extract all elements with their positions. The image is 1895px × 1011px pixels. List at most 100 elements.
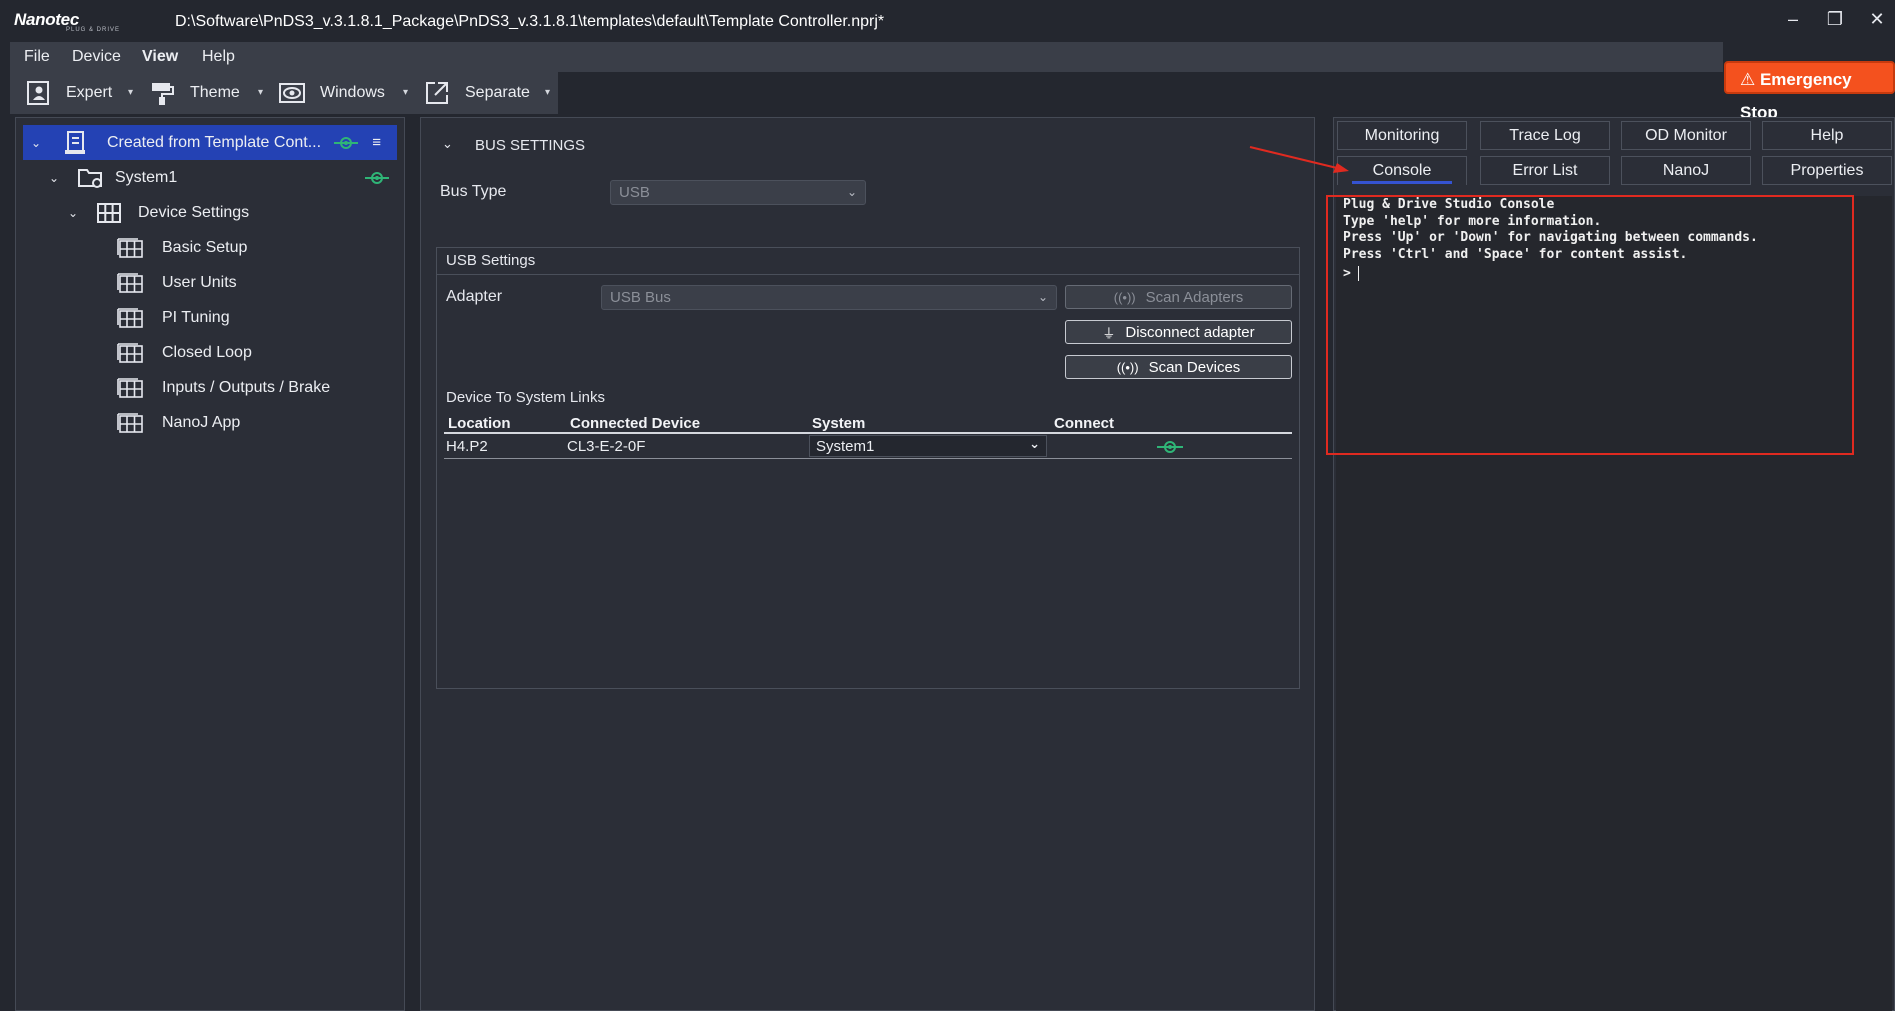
tree-item-pi-tuning[interactable]: PI Tuning [23, 300, 397, 335]
chevron-down-icon[interactable]: ⌄ [66, 206, 80, 220]
logo-tagline: PLUG & DRIVE [66, 27, 121, 33]
usb-settings-group [436, 247, 1300, 689]
grid-icon [96, 202, 122, 224]
expert-label: Expert [66, 84, 113, 101]
tab-nanoj[interactable]: NanoJ [1621, 156, 1751, 185]
tree-item-inputs-outputs-brake[interactable]: Inputs / Outputs / Brake [23, 370, 397, 405]
separate-dropdown-arrow[interactable]: ▾ [545, 72, 550, 114]
tab-trace-log[interactable]: Trace Log [1480, 121, 1610, 150]
bus-type-select[interactable]: USB ⌄ [610, 180, 866, 205]
connect-plug-icon[interactable] [334, 135, 359, 151]
window-title: D:\Software\PnDS3_v.3.1.8.1_Package\PnDS… [175, 13, 885, 30]
table-grid-icon [116, 237, 144, 259]
nanotec-logo: Nanotec PLUG & DRIVE [14, 10, 120, 33]
chevron-down-icon[interactable]: ⌄ [442, 136, 453, 152]
menu-bar: File Device View Help [10, 42, 1723, 72]
tree-item-label: PI Tuning [162, 308, 230, 326]
tab-od-monitor[interactable]: OD Monitor [1621, 121, 1751, 150]
expert-icon [24, 79, 52, 107]
annotation-highlight-box [1326, 195, 1854, 455]
col-header-system: System [812, 415, 866, 432]
external-link-icon [423, 79, 451, 107]
adapter-select[interactable]: USB Bus ⌄ [601, 285, 1057, 310]
tree-item-nanoj-app[interactable]: NanoJ App [23, 405, 397, 440]
active-tab-indicator [1352, 181, 1452, 184]
tree-root-item[interactable]: ⌄ Created from Template Cont... ≡ [23, 125, 397, 160]
usb-settings-title: USB Settings [446, 252, 536, 269]
menu-help[interactable]: Help [198, 42, 239, 72]
chevron-down-icon: ⌄ [1029, 436, 1040, 451]
tab-console[interactable]: Console [1337, 156, 1467, 185]
emergency-stop-button[interactable]: ⚠ Emergency Stop [1724, 61, 1895, 122]
hamburger-icon[interactable]: ≡ [372, 134, 381, 151]
expert-dropdown-arrow[interactable]: ▾ [128, 72, 133, 114]
broadcast-icon: ((•)) [1116, 359, 1139, 375]
connect-plug-icon[interactable] [365, 170, 389, 186]
tree-item-label: User Units [162, 273, 237, 291]
disconnect-adapter-button[interactable]: ⏚ Disconnect adapter [1065, 320, 1292, 344]
bus-type-label: Bus Type [440, 183, 507, 200]
annotation-arrow [1249, 146, 1349, 173]
tree-item-user-units[interactable]: User Units [23, 265, 397, 300]
tab-console-label: Console [1372, 162, 1432, 179]
col-header-connect: Connect [1054, 415, 1114, 432]
adapter-value: USB Bus [610, 289, 671, 306]
usb-settings-header [437, 248, 1299, 275]
scan-adapters-button[interactable]: ((•)) Scan Adapters [1065, 285, 1292, 309]
theme-button[interactable]: Theme [148, 72, 240, 114]
theme-label: Theme [190, 84, 240, 101]
adapter-label: Adapter [446, 288, 503, 305]
system-folder-icon [77, 166, 105, 190]
tree-item-basic-setup[interactable]: Basic Setup [23, 230, 397, 265]
bus-type-value: USB [619, 184, 650, 201]
scan-devices-button[interactable]: ((•)) Scan Devices [1065, 355, 1292, 379]
menu-view[interactable]: View [138, 42, 182, 72]
theme-dropdown-arrow[interactable]: ▾ [258, 72, 263, 114]
tab-properties[interactable]: Properties [1762, 156, 1892, 185]
connect-plug-icon[interactable] [1157, 439, 1183, 455]
col-header-location: Location [448, 415, 511, 432]
tab-help[interactable]: Help [1762, 121, 1892, 150]
tree-system-label: System1 [115, 168, 178, 186]
bus-settings-header: BUS SETTINGS [475, 137, 586, 154]
system-select-value: System1 [816, 438, 875, 455]
table-grid-icon [116, 342, 144, 364]
paint-roller-icon [148, 79, 176, 107]
col-header-connected-device: Connected Device [570, 415, 701, 432]
device-links-title: Device To System Links [446, 389, 605, 406]
expert-button[interactable]: Expert [24, 72, 112, 114]
tree-item-label: Basic Setup [162, 238, 248, 256]
cell-location: H4.P2 [446, 438, 488, 455]
separate-button[interactable]: Separate [423, 72, 530, 114]
disconnect-adapter-label: Disconnect adapter [1125, 323, 1255, 341]
broadcast-icon: ((•)) [1113, 289, 1136, 305]
tree-item-closed-loop[interactable]: Closed Loop [23, 335, 397, 370]
tree-item-label: NanoJ App [162, 413, 241, 431]
toolbar: Expert ▾ Theme ▾ Windows ▾ Separate ▾ [10, 72, 558, 114]
table-grid-icon [116, 412, 144, 434]
tree-root-label: Created from Template Cont... [107, 133, 322, 151]
system-select[interactable]: System1 ⌄ [809, 435, 1047, 457]
chevron-down-icon: ⌄ [846, 185, 857, 199]
menu-file[interactable]: File [20, 42, 54, 72]
tree-item-label: Closed Loop [162, 343, 252, 361]
menu-device[interactable]: Device [68, 42, 125, 72]
windows-button[interactable]: Windows [278, 72, 385, 114]
tab-monitoring[interactable]: Monitoring [1337, 121, 1467, 150]
maximize-button[interactable]: ❐ [1818, 6, 1852, 32]
chevron-down-icon[interactable]: ⌄ [29, 136, 43, 150]
tree-system-item[interactable]: ⌄ System1 [23, 160, 397, 195]
project-icon [63, 130, 87, 156]
plug-icon: ⏚ [1102, 325, 1116, 341]
minimize-button[interactable]: – [1776, 6, 1810, 32]
windows-dropdown-arrow[interactable]: ▾ [403, 72, 408, 114]
eye-icon [278, 79, 306, 107]
tree-item-label: Inputs / Outputs / Brake [162, 378, 331, 396]
close-button[interactable]: ✕ [1860, 6, 1894, 32]
scan-devices-label: Scan Devices [1148, 358, 1241, 376]
tab-error-list[interactable]: Error List [1480, 156, 1610, 185]
tree-device-settings-item[interactable]: ⌄ Device Settings [23, 195, 397, 230]
chevron-down-icon[interactable]: ⌄ [47, 171, 61, 185]
separate-label: Separate [465, 84, 530, 101]
scan-adapters-label: Scan Adapters [1145, 288, 1244, 306]
